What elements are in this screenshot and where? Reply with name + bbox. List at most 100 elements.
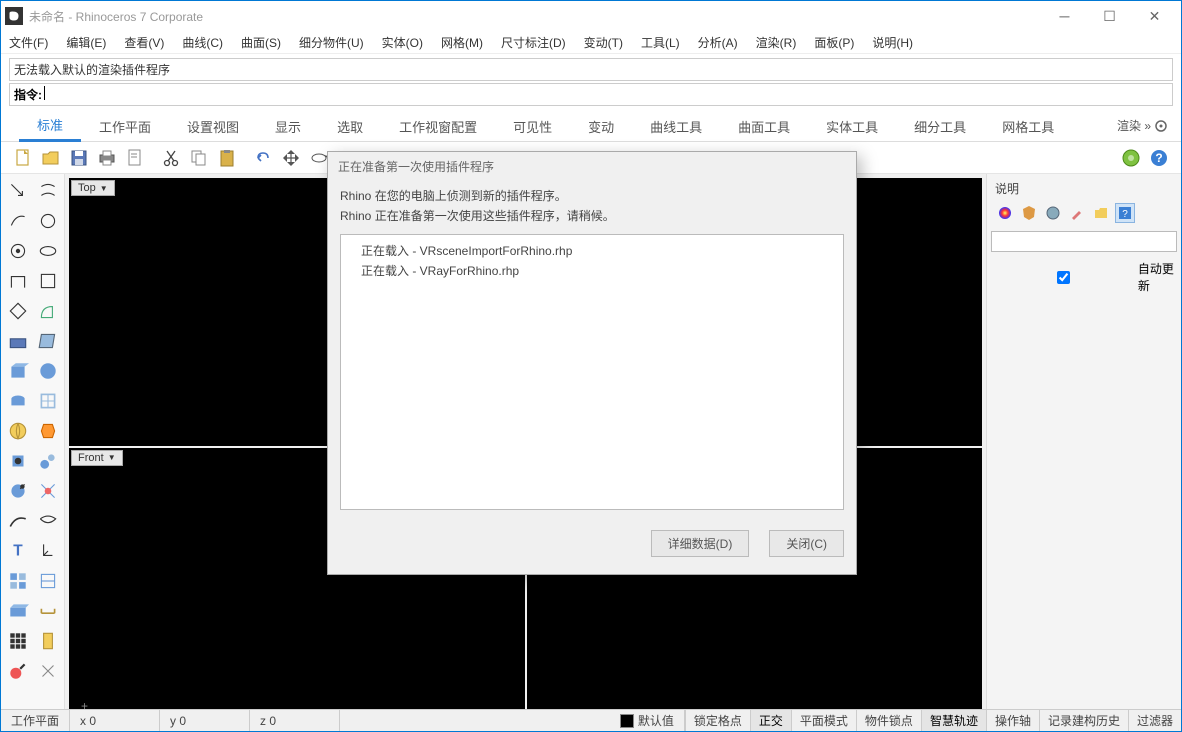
sphere-icon[interactable] xyxy=(1043,203,1063,223)
new-icon[interactable] xyxy=(11,146,35,170)
folder-icon[interactable] xyxy=(1091,203,1111,223)
menu-item[interactable]: 尺寸标注(D) xyxy=(501,34,566,51)
tool-icon-1[interactable] xyxy=(33,176,62,205)
menu-item[interactable]: 细分物件(U) xyxy=(299,34,364,51)
tab-12[interactable]: 网格工具 xyxy=(984,111,1072,141)
status-toggle-4[interactable]: 智慧轨迹 xyxy=(921,710,986,731)
tool-icon-24[interactable]: T xyxy=(3,536,32,565)
tool-icon-3[interactable] xyxy=(33,206,62,235)
status-toggle-6[interactable]: 记录建构历史 xyxy=(1039,710,1128,731)
tab-2[interactable]: 设置视图 xyxy=(169,111,257,141)
viewport-label-top[interactable]: Top▼ xyxy=(71,180,115,196)
menu-item[interactable]: 变动(T) xyxy=(584,34,623,51)
tool-icon-28[interactable] xyxy=(3,596,32,625)
tool-icon-2[interactable] xyxy=(3,206,32,235)
auto-update-checkbox[interactable]: 自动更新 xyxy=(991,256,1177,298)
tab-4[interactable]: 选取 xyxy=(319,111,381,141)
cut-icon[interactable] xyxy=(159,146,183,170)
tab-7[interactable]: 变动 xyxy=(570,111,632,141)
tool-icon-17[interactable] xyxy=(33,416,62,445)
close-button[interactable]: ✕ xyxy=(1132,1,1177,31)
tool-icon-22[interactable] xyxy=(3,506,32,535)
tool-icon-23[interactable] xyxy=(33,506,62,535)
status-toggle-0[interactable]: 锁定格点 xyxy=(685,710,750,731)
minimize-button[interactable]: ─ xyxy=(1042,1,1087,31)
menu-item[interactable]: 工具(L) xyxy=(641,34,680,51)
viewport-label-front[interactable]: Front▼ xyxy=(71,450,123,466)
undo-icon[interactable] xyxy=(251,146,275,170)
tab-0[interactable]: 标准 xyxy=(19,109,81,142)
tool-icon-21[interactable] xyxy=(33,476,62,505)
tool-icon-4[interactable] xyxy=(3,236,32,265)
tool-icon-5[interactable] xyxy=(33,236,62,265)
open-icon[interactable] xyxy=(39,146,63,170)
menu-item[interactable]: 分析(A) xyxy=(698,34,738,51)
shield-icon[interactable] xyxy=(1019,203,1039,223)
tool-icon-6[interactable] xyxy=(3,266,32,295)
tab-6[interactable]: 可见性 xyxy=(495,111,570,141)
tool-icon-7[interactable] xyxy=(33,266,62,295)
tab-3[interactable]: 显示 xyxy=(257,111,319,141)
tool-icon-19[interactable] xyxy=(33,446,62,475)
tab-1[interactable]: 工作平面 xyxy=(81,111,169,141)
copy-icon[interactable] xyxy=(187,146,211,170)
tool-icon-18[interactable] xyxy=(3,446,32,475)
help-icon[interactable]: ? xyxy=(1147,146,1171,170)
save-icon[interactable] xyxy=(67,146,91,170)
status-toggle-2[interactable]: 平面模式 xyxy=(791,710,856,731)
tool-icon-11[interactable] xyxy=(33,326,62,355)
paste-icon[interactable] xyxy=(215,146,239,170)
menu-item[interactable]: 查看(V) xyxy=(124,34,164,51)
status-plane[interactable]: 工作平面 xyxy=(1,710,70,731)
tool-icon-16[interactable] xyxy=(3,416,32,445)
tool-icon-9[interactable] xyxy=(33,296,62,325)
tab-9[interactable]: 曲面工具 xyxy=(720,111,808,141)
menu-item[interactable]: 说明(H) xyxy=(872,34,913,51)
tool-icon-30[interactable] xyxy=(3,626,32,655)
tool-icon-27[interactable] xyxy=(33,566,62,595)
menu-item[interactable]: 实体(O) xyxy=(382,34,423,51)
status-toggle-7[interactable]: 过滤器 xyxy=(1128,710,1181,731)
menu-item[interactable]: 渲染(R) xyxy=(756,34,797,51)
menu-item[interactable]: 曲面(S) xyxy=(241,34,281,51)
tool-icon-20[interactable] xyxy=(3,476,32,505)
tool-icon-25[interactable] xyxy=(33,536,62,565)
status-toggle-3[interactable]: 物件锁点 xyxy=(856,710,921,731)
tool-icon-8[interactable] xyxy=(3,296,32,325)
tool-icon-12[interactable] xyxy=(3,356,32,385)
tool-icon-10[interactable] xyxy=(3,326,32,355)
tab-8[interactable]: 曲线工具 xyxy=(632,111,720,141)
brush-icon[interactable] xyxy=(1067,203,1087,223)
menu-item[interactable]: 曲线(C) xyxy=(182,34,223,51)
search-input[interactable] xyxy=(991,231,1177,252)
menu-item[interactable]: 文件(F) xyxy=(9,34,48,51)
tab-10[interactable]: 实体工具 xyxy=(808,111,896,141)
tool-icon-26[interactable] xyxy=(3,566,32,595)
status-toggle-1[interactable]: 正交 xyxy=(750,710,791,731)
tool-icon-31[interactable] xyxy=(33,626,62,655)
tab-11[interactable]: 细分工具 xyxy=(896,111,984,141)
menu-item[interactable]: 编辑(E) xyxy=(66,34,106,51)
close-dialog-button[interactable]: 关闭(C) xyxy=(769,530,844,557)
gear-icon[interactable] xyxy=(1153,118,1169,134)
help-panel-icon[interactable]: ? xyxy=(1115,203,1135,223)
command-line[interactable]: 指令: xyxy=(9,83,1173,106)
tool-icon-29[interactable] xyxy=(33,596,62,625)
print-icon[interactable] xyxy=(95,146,119,170)
tool-icon-0[interactable] xyxy=(3,176,32,205)
status-toggle-5[interactable]: 操作轴 xyxy=(986,710,1039,731)
render-icon[interactable] xyxy=(1119,146,1143,170)
tab-5[interactable]: 工作视窗配置 xyxy=(381,111,495,141)
tool-icon-15[interactable] xyxy=(33,386,62,415)
pan-icon[interactable] xyxy=(279,146,303,170)
status-layer[interactable]: 默认值 xyxy=(610,710,685,731)
tool-icon-14[interactable] xyxy=(3,386,32,415)
tool-icon-13[interactable] xyxy=(33,356,62,385)
material-icon[interactable] xyxy=(995,203,1015,223)
doc-props-icon[interactable] xyxy=(123,146,147,170)
tab-overflow[interactable]: 渲染 » xyxy=(1117,117,1151,134)
menu-item[interactable]: 网格(M) xyxy=(441,34,483,51)
tool-icon-32[interactable] xyxy=(3,656,32,685)
menu-item[interactable]: 面板(P) xyxy=(814,34,854,51)
maximize-button[interactable]: ☐ xyxy=(1087,1,1132,31)
